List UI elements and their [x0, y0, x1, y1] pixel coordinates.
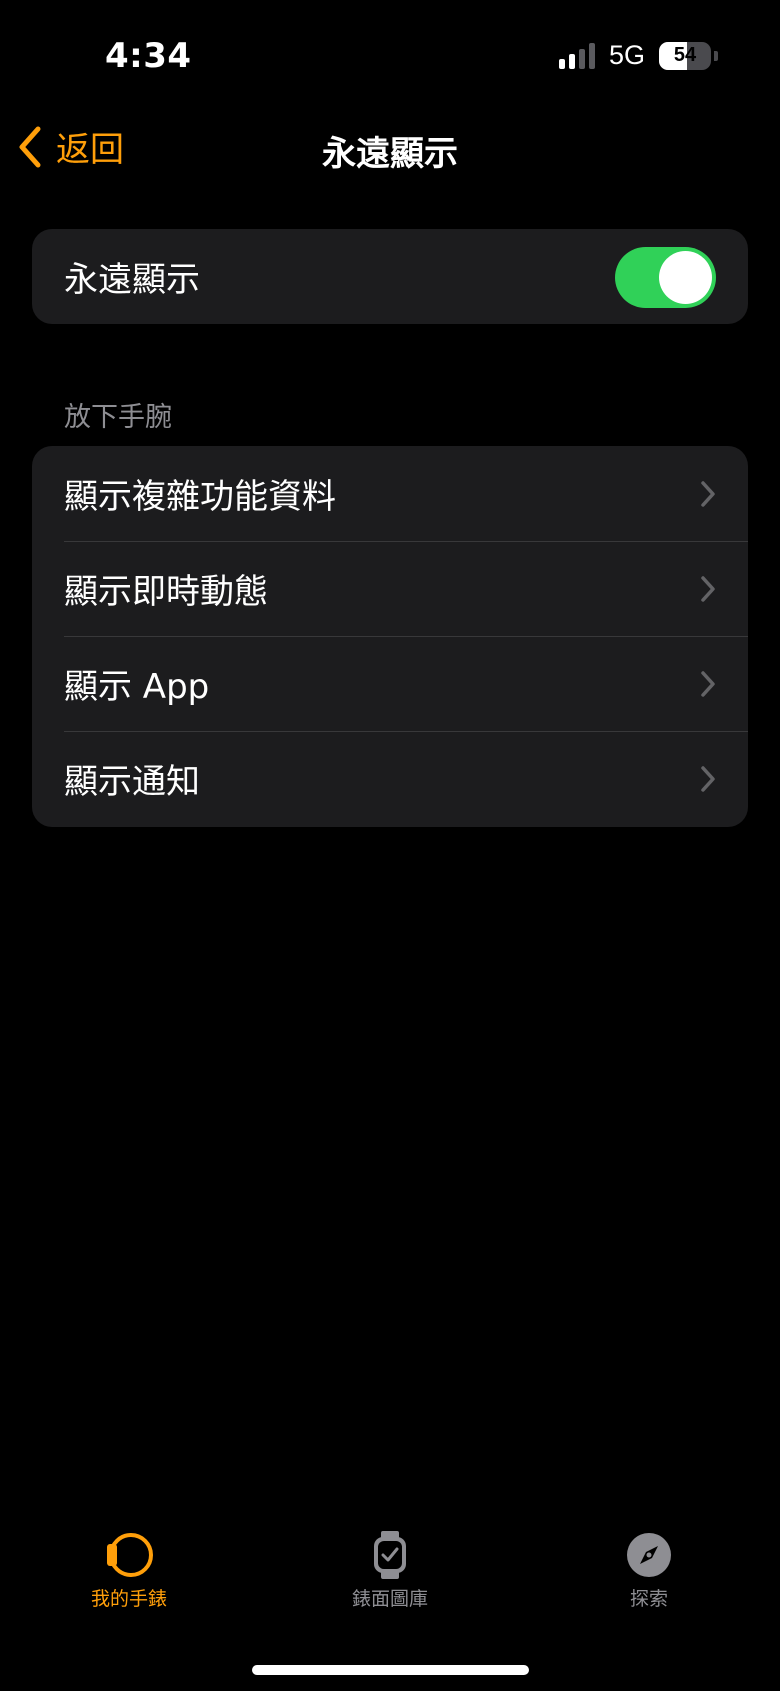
- status-indicators: 5G 54: [558, 40, 718, 71]
- toggle-knob: [659, 251, 712, 304]
- chevron-right-icon: [701, 671, 715, 697]
- watch-icon: [107, 1533, 153, 1577]
- always-on-label: 永遠顯示: [64, 260, 200, 300]
- row-show-live-activities[interactable]: 顯示即時動態: [32, 541, 748, 636]
- wrist-down-list: 顯示複雜功能資料 顯示即時動態 顯示 App 顯示通知: [32, 446, 748, 827]
- page-title: 永遠顯示: [322, 134, 458, 174]
- tab-label: 錶面圖庫: [351, 1588, 428, 1610]
- tab-my-watch[interactable]: 我的手錶: [29, 1530, 229, 1611]
- chevron-right-icon: [701, 576, 715, 602]
- watch-face-gallery-icon: [374, 1531, 406, 1579]
- always-on-toggle[interactable]: [615, 247, 716, 308]
- row-label: 顯示複雜功能資料: [64, 477, 336, 517]
- tab-label: 我的手錶: [90, 1588, 167, 1610]
- tab-face-gallery[interactable]: 錶面圖庫: [290, 1530, 490, 1611]
- compass-icon: [627, 1533, 671, 1577]
- always-on-card: 永遠顯示: [32, 229, 748, 324]
- row-show-apps[interactable]: 顯示 App: [32, 636, 748, 731]
- network-type: 5G: [608, 40, 645, 70]
- battery-percent: 54: [673, 44, 697, 66]
- row-show-notifications[interactable]: 顯示通知: [32, 731, 748, 826]
- row-show-complications[interactable]: 顯示複雜功能資料: [32, 446, 748, 541]
- status-time: 4:34: [105, 36, 192, 76]
- tab-label: 探索: [629, 1588, 668, 1610]
- tab-discover[interactable]: 探索: [549, 1530, 749, 1611]
- battery-icon: 54: [659, 41, 718, 70]
- chevron-right-icon: [701, 766, 715, 792]
- section-header-wrist-down: 放下手腕: [64, 402, 172, 433]
- row-label: 顯示通知: [64, 762, 200, 802]
- row-label: 顯示即時動態: [64, 572, 268, 612]
- cellular-signal-icon: [558, 42, 595, 69]
- tab-bar: 我的手錶 錶面圖庫 探索: [0, 1530, 780, 1630]
- chevron-right-icon: [701, 481, 715, 507]
- row-label: 顯示 App: [64, 667, 210, 707]
- home-indicator[interactable]: [252, 1665, 529, 1675]
